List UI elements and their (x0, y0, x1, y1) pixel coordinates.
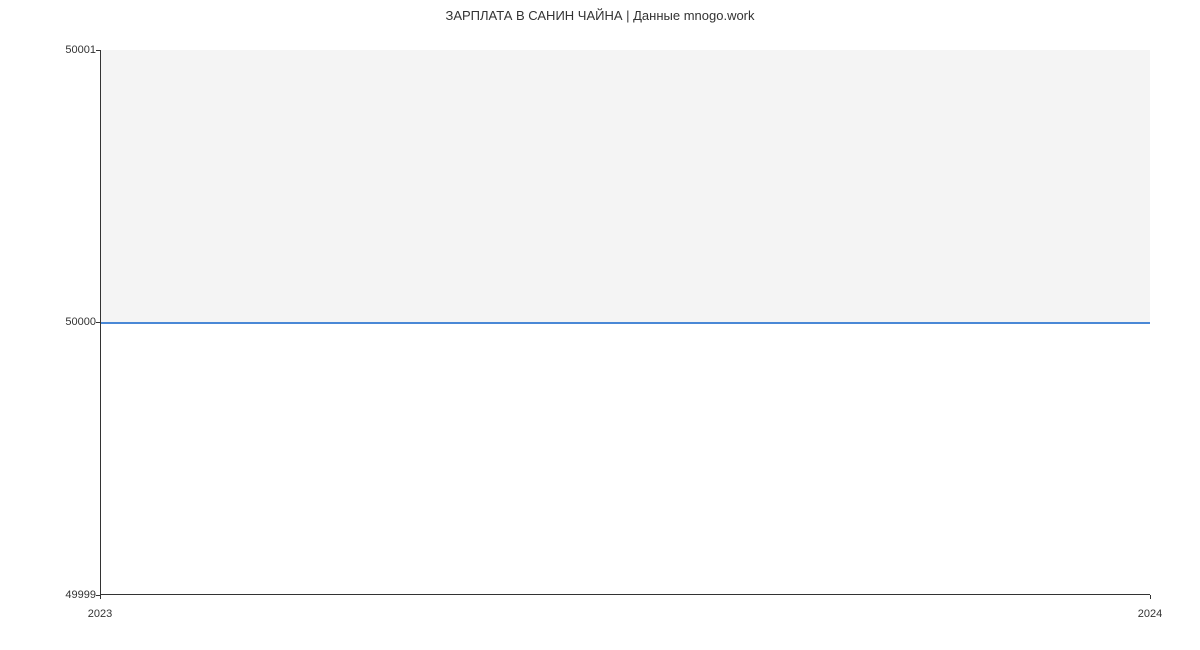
y-tick-mark (96, 50, 100, 51)
x-axis-tick-label: 2024 (1138, 608, 1162, 620)
data-line (101, 322, 1150, 324)
x-axis-tick-label: 2023 (88, 608, 112, 620)
y-tick-mark (96, 322, 100, 323)
x-tick-mark (100, 595, 101, 599)
y-axis-tick-label: 49999 (65, 589, 96, 601)
plot-lower-region (101, 322, 1150, 594)
plot-area (100, 50, 1150, 595)
y-axis-tick-label: 50000 (65, 316, 96, 328)
chart-title: ЗАРПЛАТА В САНИН ЧАЙНА | Данные mnogo.wo… (0, 8, 1200, 23)
y-axis-tick-label: 50001 (65, 44, 96, 56)
x-tick-mark (1150, 595, 1151, 599)
